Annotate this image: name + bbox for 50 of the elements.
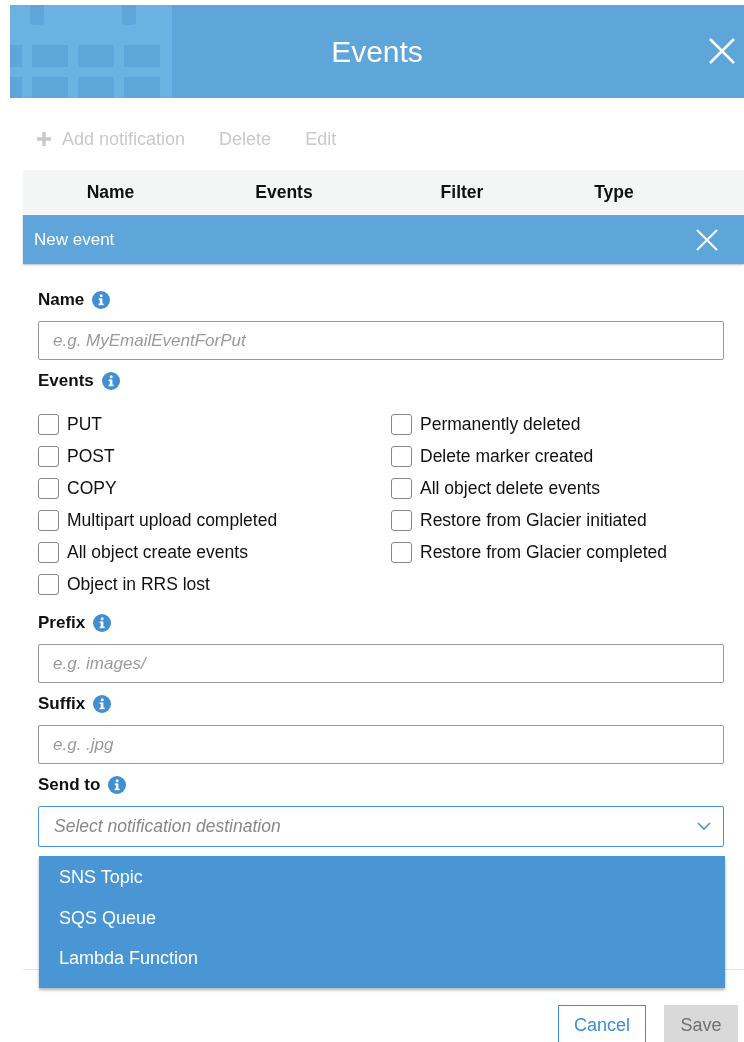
- checkbox-label: Delete marker created: [420, 445, 594, 467]
- chevron-down-icon: [697, 822, 711, 831]
- checkbox-label: COPY: [67, 477, 117, 499]
- checkbox[interactable]: [391, 541, 412, 563]
- column-header[interactable]: Events: [198, 181, 370, 203]
- checkbox[interactable]: [391, 413, 412, 435]
- column-header[interactable]: Name: [23, 181, 198, 203]
- checkbox-label: Restore from Glacier completed: [420, 541, 668, 563]
- column-header[interactable]: Type: [554, 181, 674, 203]
- field-label: Send to: [38, 775, 101, 795]
- info-icon[interactable]: [92, 291, 111, 309]
- checkbox[interactable]: [391, 477, 412, 499]
- checkbox-label: Restore from Glacier initiated: [420, 509, 647, 531]
- destination-select[interactable]: Select notification destination: [38, 806, 724, 847]
- field-label: Events: [38, 371, 94, 391]
- checkbox[interactable]: [38, 541, 59, 563]
- plus-icon: [36, 131, 52, 147]
- info-icon[interactable]: [93, 695, 112, 713]
- text-input-field[interactable]: e.g. MyEmailEventForPut: [38, 321, 724, 360]
- close-icon[interactable]: [708, 37, 736, 65]
- checkbox-label: Permanently deleted: [420, 413, 581, 435]
- dropdown-option[interactable]: SNS Topic: [39, 857, 725, 898]
- field-label: Name: [38, 290, 85, 310]
- cancel-button[interactable]: Cancel: [558, 1005, 646, 1042]
- checkbox[interactable]: [38, 477, 59, 499]
- checkbox-label: All object delete events: [420, 477, 600, 499]
- checkbox-label: All object create events: [67, 541, 248, 563]
- checkbox[interactable]: [391, 445, 412, 467]
- checkbox[interactable]: [38, 413, 59, 435]
- info-icon[interactable]: [108, 776, 127, 794]
- dialog-title: Events: [331, 34, 423, 69]
- field-label: Prefix: [38, 613, 86, 633]
- checkbox-label: POST: [67, 445, 115, 467]
- text-input-field[interactable]: e.g. .jpg: [38, 725, 724, 764]
- checkbox-label: Object in RRS lost: [67, 573, 210, 595]
- dropdown-option[interactable]: Lambda Function: [39, 938, 725, 979]
- dropdown-option[interactable]: SQS Queue: [39, 897, 725, 938]
- checkbox[interactable]: [391, 509, 412, 531]
- checkbox[interactable]: [38, 445, 59, 467]
- panel-title: New event: [34, 229, 115, 250]
- text-input-field[interactable]: e.g. images/: [38, 644, 724, 683]
- checkbox-label: Multipart upload completed: [67, 509, 278, 531]
- field-label: Suffix: [38, 694, 86, 714]
- info-icon[interactable]: [93, 614, 112, 632]
- checkbox[interactable]: [38, 509, 59, 531]
- checkbox[interactable]: [38, 573, 59, 595]
- info-icon[interactable]: [101, 372, 120, 390]
- column-header[interactable]: Filter: [370, 181, 554, 203]
- checkbox-label: PUT: [67, 413, 102, 435]
- close-icon[interactable]: [696, 228, 718, 251]
